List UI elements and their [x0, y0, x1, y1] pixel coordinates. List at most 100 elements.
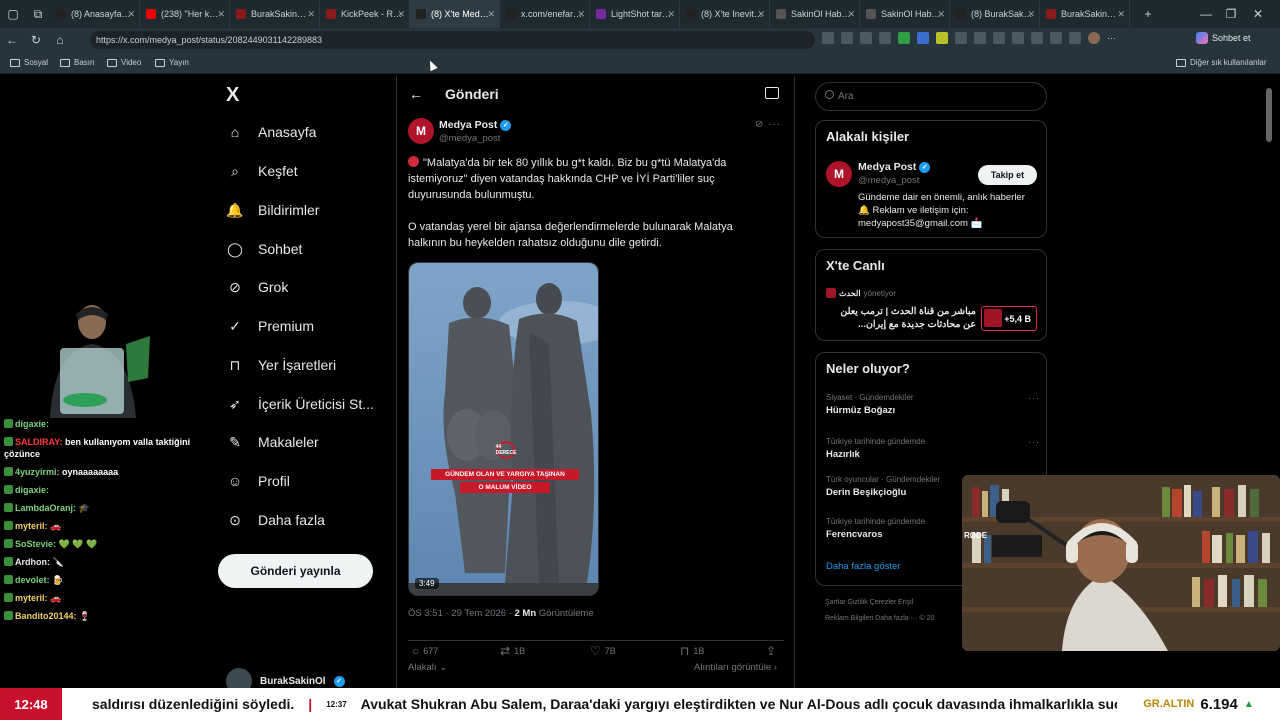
repost-button[interactable]: ⇄ 1B: [500, 644, 525, 658]
browser-tab[interactable]: SakinOl Haber... ✕: [770, 0, 860, 28]
more-icon[interactable]: ···: [1028, 393, 1040, 403]
post-time[interactable]: ÖS 3:51 · 29 Tem 2026 ·: [408, 608, 515, 619]
refresh-icon[interactable]: ↻: [24, 33, 48, 47]
more-icon[interactable]: ···: [768, 119, 781, 130]
browser-profile-icon[interactable]: ▢: [0, 7, 26, 21]
bookmark-folder[interactable]: Sosyal: [10, 58, 48, 67]
browser-tab[interactable]: SakinOl Haber... ✕: [860, 0, 950, 28]
author-name-row[interactable]: Medya Post ✓: [858, 161, 931, 173]
nav-item[interactable]: ⊙ Daha fazla: [226, 511, 325, 529]
grok-icon[interactable]: ⊘: [755, 119, 764, 130]
tab-close-icon[interactable]: ✕: [217, 9, 225, 20]
nav-item[interactable]: ⊘ Grok: [226, 278, 288, 296]
video-player[interactable]: 44 DERECE GÜNDEM OLAN VE YARGIYA TAŞINAN…: [408, 262, 599, 596]
bookmark-button[interactable]: ⊓ 1B: [680, 644, 704, 658]
footer-links[interactable]: Reklam Bilgileri Daha fazla ··· © 20: [825, 615, 934, 622]
tab-close-icon[interactable]: ✕: [667, 9, 675, 20]
trend-item[interactable]: Siyaset · Gündemdekiler Hürmüz Boğazı ···: [826, 393, 1039, 416]
page-scrollbar[interactable]: [1266, 88, 1272, 142]
extension-icon[interactable]: [974, 32, 986, 44]
close-window-icon[interactable]: ✕: [1246, 7, 1270, 21]
related-dropdown[interactable]: Alakalı ⌄: [408, 662, 447, 673]
author-handle[interactable]: @medya_post: [439, 133, 500, 144]
bookmark-folder[interactable]: Yayın: [155, 58, 189, 67]
profile-avatar-icon[interactable]: [1088, 32, 1100, 44]
browser-tab[interactable]: BurakSakinOl G...✕: [1040, 0, 1130, 28]
show-more-link[interactable]: Daha fazla göster: [826, 561, 900, 572]
back-arrow-icon[interactable]: ←: [409, 86, 423, 102]
live-text[interactable]: مباشر من قناة الحدث | ترمب يعلن عن محادث…: [826, 305, 976, 331]
x-logo[interactable]: X: [226, 84, 239, 107]
tab-close-icon[interactable]: ✕: [577, 9, 585, 20]
author-avatar[interactable]: M: [408, 118, 434, 144]
browser-tab[interactable]: KickPeek - Real...✕: [320, 0, 410, 28]
tab-close-icon[interactable]: ✕: [937, 9, 945, 20]
browser-tab[interactable]: (8) BurakSakinO...✕: [950, 0, 1040, 28]
extension-icon[interactable]: [917, 32, 929, 44]
browser-tab[interactable]: (8) X'te Medya... ✕: [410, 0, 500, 28]
minimize-icon[interactable]: —: [1194, 7, 1218, 21]
view-quotes-link[interactable]: Alıntıları görüntüle ›: [694, 662, 777, 673]
copilot-chat-button[interactable]: Sohbet et: [1196, 32, 1251, 44]
extension-icon[interactable]: [936, 32, 948, 44]
nav-item[interactable]: ⌂ Anasayfa: [226, 123, 317, 141]
trend-item[interactable]: Türkiye tarihinde gündemde Hazırlık ···: [826, 437, 1039, 460]
post-paragraph: O vatandaş yerel bir ajansa değerlendirm…: [408, 221, 733, 249]
follow-button[interactable]: Takip et: [978, 165, 1037, 185]
more-menu-icon[interactable]: ···: [1107, 32, 1119, 44]
browser-tab[interactable]: (8) X'te Inevita... ✕: [680, 0, 770, 28]
nav-item[interactable]: ◯ Sohbet: [226, 240, 302, 258]
browser-tab[interactable]: x.com/enefarks... ✕: [500, 0, 590, 28]
address-input[interactable]: https://x.com/medya_post/status/20824490…: [90, 31, 815, 49]
extension-icon[interactable]: [841, 32, 853, 44]
extension-icon[interactable]: [879, 32, 891, 44]
more-icon[interactable]: ···: [1028, 437, 1040, 447]
new-tab-icon[interactable]: +: [1136, 7, 1160, 21]
browser-tab[interactable]: (8) Anasayfa / X ✕: [50, 0, 140, 28]
nav-item[interactable]: ⌕ Keşfet: [226, 162, 298, 180]
home-icon[interactable]: ⌂: [48, 33, 72, 47]
tab-close-icon[interactable]: ✕: [847, 9, 855, 20]
search-input[interactable]: Ara: [815, 82, 1047, 111]
post-button[interactable]: Gönderi yayınla: [218, 554, 373, 588]
tab-close-icon[interactable]: ✕: [487, 9, 495, 20]
browser-tab[interactable]: (238) "Her kurs... ✕: [140, 0, 230, 28]
reader-mode-icon[interactable]: [765, 87, 779, 99]
extension-icon[interactable]: [1050, 32, 1062, 44]
browser-tab[interactable]: LightShot taraf... ✕: [590, 0, 680, 28]
extension-icon[interactable]: [1012, 32, 1024, 44]
restore-icon[interactable]: ❐: [1219, 7, 1243, 21]
extension-icon[interactable]: [993, 32, 1005, 44]
extension-icon[interactable]: [1031, 32, 1043, 44]
author-avatar[interactable]: M: [826, 161, 852, 187]
back-icon[interactable]: ←: [0, 33, 24, 47]
tab-close-icon[interactable]: ✕: [397, 9, 405, 20]
tab-close-icon[interactable]: ✕: [307, 9, 315, 20]
author-name-row[interactable]: Medya Post ✓: [439, 119, 512, 131]
nav-item[interactable]: ✓ Premium: [226, 317, 314, 335]
extension-icon[interactable]: [898, 32, 910, 44]
bookmark-folder[interactable]: Basın: [60, 58, 94, 67]
extension-icon[interactable]: [1069, 32, 1081, 44]
extension-icon[interactable]: [955, 32, 967, 44]
extension-icon[interactable]: [822, 32, 834, 44]
reply-button[interactable]: ○ 677: [412, 644, 438, 658]
nav-item[interactable]: ✎ Makaleler: [226, 433, 319, 451]
like-button[interactable]: ♡ 7B: [590, 644, 616, 658]
other-bookmarks[interactable]: Diğer sık kullanılanlar: [1176, 58, 1266, 67]
share-button[interactable]: ⇪: [766, 644, 776, 658]
nav-item[interactable]: ☺ Profil: [226, 472, 290, 490]
tab-close-icon[interactable]: ✕: [757, 9, 765, 20]
tab-close-icon[interactable]: ✕: [1117, 9, 1125, 20]
tab-actions-icon[interactable]: ⧉: [26, 7, 50, 22]
star-icon[interactable]: [860, 32, 872, 44]
nav-item[interactable]: ➶ İçerik Üreticisi St...: [226, 395, 374, 413]
browser-tab[interactable]: BurakSakinOl G...✕: [230, 0, 320, 28]
bookmark-folder[interactable]: Video: [107, 58, 141, 67]
live-listeners-badge[interactable]: +5,4 B: [981, 306, 1037, 331]
tab-close-icon[interactable]: ✕: [127, 9, 135, 20]
nav-item[interactable]: ⊓ Yer İşaretleri: [226, 356, 337, 374]
tab-close-icon[interactable]: ✕: [1027, 9, 1035, 20]
nav-item[interactable]: 🔔 Bildirimler: [226, 201, 319, 219]
footer-links[interactable]: Şartlar Gizlilik Çerezler Erişil: [825, 599, 913, 606]
